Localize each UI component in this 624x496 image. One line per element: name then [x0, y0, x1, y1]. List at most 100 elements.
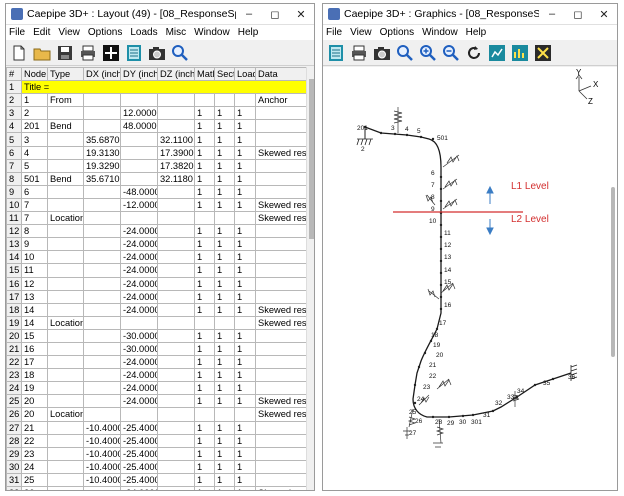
cell-type[interactable] [47, 184, 84, 199]
cell-matl[interactable] [194, 315, 215, 330]
cell-node[interactable]: 18 [21, 368, 48, 383]
cell-load[interactable]: 1 [234, 459, 256, 474]
cell-type[interactable] [47, 459, 84, 474]
cell-dy[interactable]: 48.0000 [120, 119, 158, 134]
cell-sect[interactable]: 1 [214, 394, 235, 409]
cell-dz[interactable] [157, 119, 195, 134]
cell-node[interactable]: 5 [21, 158, 48, 173]
cell-node[interactable]: 10 [21, 250, 48, 265]
row-number[interactable]: 27 [6, 420, 22, 435]
cell-data[interactable] [255, 263, 306, 278]
col-header-load[interactable]: Load [234, 67, 256, 82]
cell-dx[interactable] [83, 263, 121, 278]
cell-sect[interactable] [214, 93, 235, 108]
cell-load[interactable]: 1 [234, 224, 256, 239]
cell-node[interactable]: 23 [21, 446, 48, 461]
cell-data[interactable]: Skewed restr [255, 315, 306, 330]
cell-data[interactable] [255, 420, 306, 435]
cell-sect[interactable]: 1 [214, 276, 235, 291]
cell-node[interactable]: 20 [21, 394, 48, 409]
cell-load[interactable] [234, 93, 256, 108]
cell-node[interactable]: 13 [21, 289, 48, 304]
rotate-icon[interactable] [464, 43, 484, 63]
cell-dx[interactable] [83, 485, 121, 490]
col-header-matl[interactable]: Matl [194, 67, 215, 82]
cell-sect[interactable]: 1 [214, 237, 235, 252]
cell-dx[interactable] [83, 289, 121, 304]
cell-dz[interactable] [157, 237, 195, 252]
cell-type[interactable] [47, 145, 84, 160]
cell-node[interactable]: 17 [21, 355, 48, 370]
cell-type[interactable] [47, 289, 84, 304]
cell-dx[interactable] [83, 407, 121, 422]
cell-dx[interactable] [83, 315, 121, 330]
row-number[interactable]: 15 [6, 263, 22, 278]
cell-dy[interactable]: -25.4000 [120, 420, 158, 435]
cell-matl[interactable]: 1 [194, 250, 215, 265]
cell-node[interactable]: 20 [21, 407, 48, 422]
cell-sect[interactable]: 1 [214, 197, 235, 213]
cell-load[interactable]: 1 [234, 145, 256, 160]
scroll-thumb[interactable] [611, 187, 615, 357]
cell-matl[interactable] [194, 93, 215, 108]
cell-sect[interactable]: 1 [214, 106, 235, 121]
cell-matl[interactable]: 1 [194, 472, 215, 488]
cell-load[interactable]: 1 [234, 132, 256, 147]
cell-type[interactable]: Bend [47, 119, 84, 134]
cell-dx[interactable] [83, 250, 121, 265]
cell-data[interactable] [255, 184, 306, 199]
cell-sect[interactable]: 1 [214, 132, 235, 147]
cell-dy[interactable]: 12.0000 [120, 106, 158, 121]
cell-matl[interactable]: 1 [194, 420, 215, 435]
cell-load[interactable] [234, 407, 256, 422]
cell-matl[interactable]: 1 [194, 106, 215, 121]
cell-dy[interactable]: -24.0000 [120, 237, 158, 252]
cell-dy[interactable]: -24.0000 [120, 302, 158, 317]
cell-type[interactable] [47, 472, 84, 488]
cell-data[interactable]: Anchor [255, 93, 306, 108]
zoom-icon[interactable] [170, 43, 190, 63]
cell-node[interactable]: 26 [21, 485, 48, 490]
cell-type[interactable] [47, 355, 84, 370]
cell-type[interactable] [47, 237, 84, 252]
list-view-icon[interactable] [124, 43, 144, 63]
cell-sect[interactable] [214, 211, 235, 226]
cell-dz[interactable] [157, 106, 195, 121]
cell-load[interactable]: 1 [234, 302, 256, 317]
row-number[interactable]: 5 [6, 132, 22, 147]
cell-data[interactable] [255, 433, 306, 448]
col-header-node[interactable]: Node [21, 67, 48, 82]
row-number[interactable]: 14 [6, 250, 22, 265]
cell-sect[interactable]: 1 [214, 472, 235, 488]
cell-type[interactable] [47, 224, 84, 239]
cell-load[interactable]: 1 [234, 368, 256, 383]
cell-dx[interactable] [83, 302, 121, 317]
cell-matl[interactable]: 1 [194, 132, 215, 147]
cell-dz[interactable] [157, 184, 195, 199]
cell-matl[interactable]: 1 [194, 237, 215, 252]
cell-data[interactable] [255, 368, 306, 383]
cell-sect[interactable]: 1 [214, 158, 235, 173]
zoom-in-icon[interactable] [418, 43, 438, 63]
cell-dy[interactable]: -25.4000 [120, 433, 158, 448]
cell-node[interactable]: 12 [21, 276, 48, 291]
cell-type[interactable] [47, 276, 84, 291]
cell-dy[interactable]: -24.0000 [120, 381, 158, 396]
node-grid-icon[interactable] [101, 43, 121, 63]
scroll-thumb[interactable] [309, 79, 314, 239]
menu-options[interactable]: Options [380, 27, 414, 38]
cell-data[interactable] [255, 381, 306, 396]
menu-misc[interactable]: Misc [166, 27, 187, 38]
cell-dx[interactable] [83, 368, 121, 383]
cell-matl[interactable]: 1 [194, 302, 215, 317]
cell-dz[interactable] [157, 394, 195, 409]
minimize-button[interactable]: – [539, 8, 565, 20]
menu-view[interactable]: View [58, 27, 80, 38]
cell-dy[interactable]: -12.0000 [120, 197, 158, 213]
row-number[interactable]: 30 [6, 459, 22, 474]
cell-data[interactable] [255, 472, 306, 488]
cell-data[interactable] [255, 446, 306, 461]
cell-node[interactable]: 14 [21, 302, 48, 317]
cell-dz[interactable] [157, 446, 195, 461]
cell-node[interactable]: 14 [21, 315, 48, 330]
